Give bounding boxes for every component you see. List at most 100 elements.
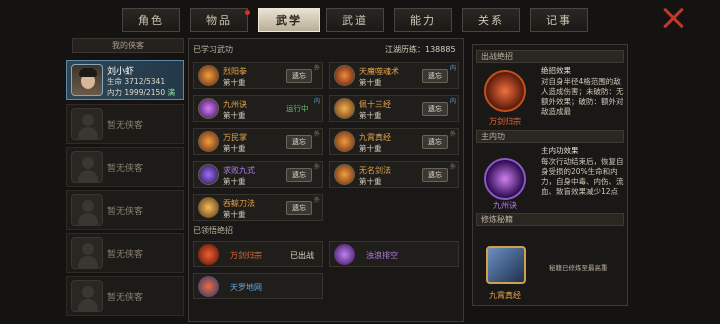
skill-type-tag: 内: [449, 98, 456, 105]
skill-level: 第十重: [223, 210, 246, 219]
empty-hero-slot[interactable]: 暂无侠客: [66, 190, 184, 230]
empty-avatar-icon: [71, 108, 103, 140]
skill-level: 第十重: [359, 78, 382, 87]
ult-card[interactable]: 浊浪排空: [329, 241, 459, 267]
skill-type-tag: 外: [313, 197, 320, 204]
ult-card[interactable]: 天罗地网: [193, 273, 323, 299]
skill-type-tag: 外: [313, 164, 320, 171]
skill-level: 第十重: [359, 111, 382, 120]
fist-skill-icon: [198, 65, 219, 86]
running-status: 运行中: [286, 104, 309, 113]
tab-martial-way[interactable]: 武道: [326, 8, 384, 32]
skill-card[interactable]: 九霄真经 第十重 遗忘 外: [329, 128, 459, 155]
ten-thousand-swords-icon: [198, 244, 219, 265]
blade-skill-icon: [198, 197, 219, 218]
forget-button[interactable]: 遗忘: [422, 69, 448, 83]
wave-ult-icon: [334, 244, 355, 265]
empty-hero-slot[interactable]: 暂无侠客: [66, 276, 184, 316]
mp-label: 内力: [107, 88, 122, 97]
skill-name: 无名剑法: [359, 166, 391, 175]
hero-slot-active[interactable]: 刘小虾 生命 3712/5341 内力 1999/2150 满: [66, 60, 184, 100]
empty-avatar-icon: [71, 151, 103, 183]
cultivation-status: 秘籍已修炼至最高重: [549, 264, 608, 272]
skill-card[interactable]: 求败九式 第十重 遗忘 外: [193, 161, 323, 188]
skill-type-tag: 内: [313, 98, 320, 105]
inner-effect-text: 每次行动结束后，恢复自身受损的20%生命和内力，自身中毒、内伤、流血、致盲效果减…: [541, 157, 624, 196]
empty-avatar-icon: [71, 280, 103, 312]
skill-card[interactable]: 天魔噬魂术 第十重 遗忘 内: [329, 62, 459, 89]
hp-value: 3712/5341: [124, 77, 166, 86]
cultivation-book-name: 九霄真经: [489, 291, 521, 300]
exp-label: 江湖历练：: [385, 45, 425, 54]
exp-value: 138885: [425, 45, 456, 54]
skill-name: 佩十三经: [359, 100, 391, 109]
skill-name: 求败九式: [223, 166, 255, 175]
skill-card[interactable]: 佩十三经 第十重 遗忘 内: [329, 95, 459, 122]
skill-level: 第十重: [359, 177, 382, 186]
skill-level: 第十重: [223, 78, 246, 87]
ult-name: 天罗地网: [230, 283, 262, 292]
forget-button[interactable]: 遗忘: [286, 69, 312, 83]
close-icon[interactable]: [662, 6, 684, 28]
tab-records[interactable]: 记事: [530, 8, 588, 32]
main-inner-section: 主内功: [476, 130, 624, 143]
empty-avatar-icon: [71, 194, 103, 226]
active-ult-name: 万剑归宗: [489, 117, 521, 126]
ult-effect-text: 对自身半径4格范围的敌人造成伤害；未破防：无额外效果；破防：额外对敌造成最: [541, 77, 624, 116]
tab-items[interactable]: 物品: [190, 8, 248, 32]
tab-martial-arts[interactable]: 武学: [258, 8, 320, 32]
skill-name: 九霄真经: [359, 133, 391, 142]
empty-hero-slot[interactable]: 暂无侠客: [66, 147, 184, 187]
empty-slot-label: 暂无侠客: [106, 163, 143, 174]
skill-name: 吞鲸刀法: [223, 199, 255, 208]
notification-dot: [245, 10, 250, 15]
forget-button[interactable]: 遗忘: [286, 135, 312, 149]
tab-relations[interactable]: 关系: [462, 8, 520, 32]
skill-card[interactable]: 九州诀 第十重 运行中 内: [193, 95, 323, 122]
forget-button[interactable]: 遗忘: [422, 168, 448, 182]
forget-button[interactable]: 遗忘: [422, 135, 448, 149]
ult-name: 浊浪排空: [366, 251, 398, 260]
empty-slot-label: 暂无侠客: [106, 120, 143, 131]
ult-card[interactable]: 万剑归宗 已出战: [193, 241, 323, 267]
forget-button[interactable]: 遗忘: [286, 201, 312, 215]
ult-effect-title: 绝招效果: [541, 66, 571, 75]
my-heroes-header: 我的侠客: [72, 38, 184, 53]
hero-tag: 满: [167, 88, 175, 97]
skill-card[interactable]: 无名剑法 第十重 遗忘 外: [329, 161, 459, 188]
net-ult-icon: [198, 276, 219, 297]
skill-type-tag: 外: [313, 65, 320, 72]
skill-level: 第十重: [223, 144, 246, 153]
empty-hero-slot[interactable]: 暂无侠客: [66, 104, 184, 144]
skill-name: 九州诀: [223, 100, 247, 109]
ult-status: 已出战: [290, 251, 314, 260]
skill-card[interactable]: 烈阳拳 第十重 遗忘 外: [193, 62, 323, 89]
skill-type-tag: 外: [449, 164, 456, 171]
sword-skill-icon: [198, 164, 219, 185]
forget-button[interactable]: 遗忘: [422, 102, 448, 116]
book-icon: [486, 246, 526, 284]
inner-skill-icon: [484, 158, 526, 200]
empty-slot-label: 暂无侠客: [106, 206, 143, 217]
skill-level: 第十重: [223, 111, 246, 120]
skill-name: 烈阳拳: [223, 67, 247, 76]
skill-name: 万民掌: [223, 133, 247, 142]
nine-heaven-skill-icon: [334, 131, 355, 152]
skill-name: 天魔噬魂术: [359, 67, 399, 76]
palm-skill-icon: [198, 131, 219, 152]
forget-button[interactable]: 遗忘: [286, 168, 312, 182]
tab-character[interactable]: 角色: [122, 8, 180, 32]
inner-effect-title: 主内功效果: [541, 146, 579, 155]
nine-states-skill-icon: [198, 98, 219, 119]
empty-slot-label: 暂无侠客: [106, 292, 143, 303]
demon-skill-icon: [334, 65, 355, 86]
skill-card[interactable]: 吞鲸刀法 第十重 遗忘 外: [193, 194, 323, 221]
skill-card[interactable]: 万民掌 第十重 遗忘 外: [193, 128, 323, 155]
empty-hero-slot[interactable]: 暂无侠客: [66, 233, 184, 273]
mp-value: 1999/2150: [124, 88, 166, 97]
skill-level: 第十重: [223, 177, 246, 186]
active-ult-section: 出战绝招: [476, 50, 624, 63]
tab-abilities[interactable]: 能力: [394, 8, 452, 32]
empty-avatar-icon: [71, 237, 103, 269]
skill-type-tag: 内: [449, 65, 456, 72]
